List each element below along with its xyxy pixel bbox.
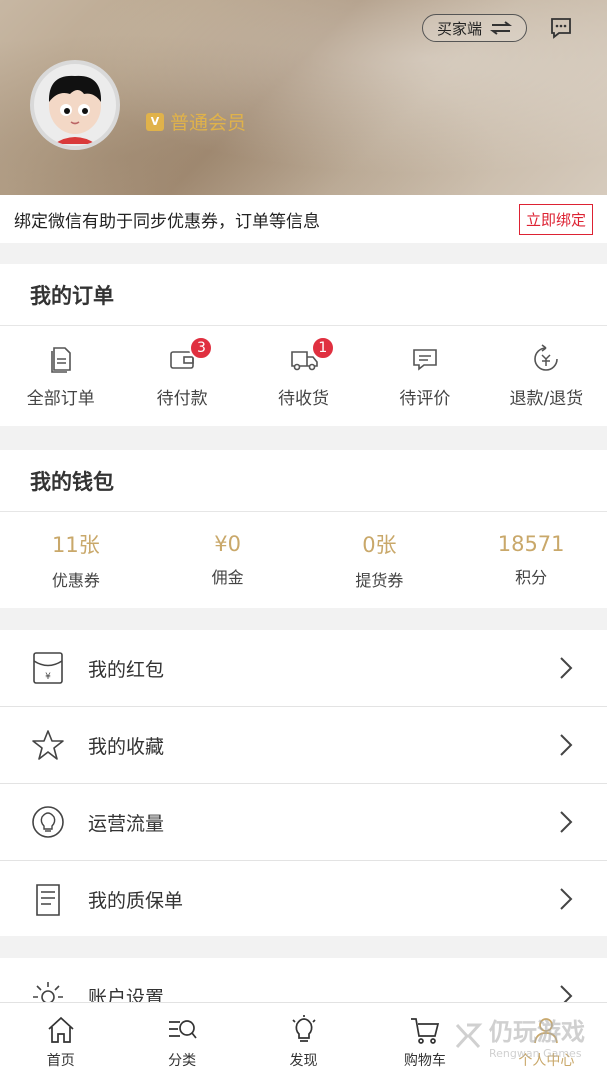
my-orders-section: 我的订单 全部订单 3 待付款 1 待收货 待评价 退款/退货 (0, 264, 607, 426)
order-pending-payment-label: 待付款 (156, 388, 208, 409)
cart-icon (410, 1017, 440, 1044)
coupons-label: 优惠券 (51, 571, 100, 590)
my-wallet-title[interactable]: 我的钱包 (0, 450, 607, 512)
wallet-points[interactable]: 18571 积分 (455, 512, 607, 608)
order-pending-review-label: 待评价 (399, 388, 451, 409)
menu-label-account-settings: 账户设置 (88, 987, 165, 1002)
mode-label: 买家端 (436, 19, 482, 38)
tab-home[interactable]: 首页 (0, 1003, 121, 1080)
order-all-label: 全部订单 (26, 388, 95, 409)
avatar-cartoon-icon (48, 75, 102, 144)
points-label: 积分 (515, 568, 548, 587)
coupons-value: 11张 (52, 533, 100, 557)
pending-receipt-badge: 1 (310, 336, 335, 360)
pickup-vouchers-label: 提货券 (355, 571, 404, 590)
order-pending-payment[interactable]: 3 待付款 (121, 326, 242, 426)
lightbulb-icon (32, 806, 64, 838)
tab-discover-label: 发现 (289, 1052, 318, 1069)
menu-label-red-envelope: 我的红包 (88, 658, 165, 681)
document-icon (50, 346, 71, 373)
tab-cart-label: 购物车 (403, 1052, 446, 1069)
feature-menu-list: ¥ 我的红包 我的收藏 运营流量 我的质保单 (0, 630, 607, 936)
tab-category-label: 分类 (168, 1052, 197, 1069)
watermark-subtitle: Rengwan Games (489, 1047, 582, 1060)
my-orders-title[interactable]: 我的订单 (0, 264, 607, 326)
wallet-commission[interactable]: ¥0 佣金 (152, 512, 304, 608)
discover-icon (291, 1014, 316, 1042)
order-refund-label: 退款/退货 (509, 388, 584, 409)
warranty-doc-icon (36, 883, 60, 916)
watermark: 仍玩游戏 Rengwan Games (453, 1012, 585, 1060)
order-pending-receipt[interactable]: 1 待收货 (243, 326, 364, 426)
avatar[interactable] (30, 60, 120, 150)
menu-label-operations-traffic: 运营流量 (88, 812, 165, 835)
switch-arrows-icon (490, 21, 512, 35)
chevron-right-icon (560, 734, 573, 756)
buyer-mode-switch-button[interactable]: 买家端 (421, 14, 527, 42)
chevron-right-icon (560, 811, 573, 833)
member-level-label: 普通会员 (170, 112, 247, 134)
order-refund[interactable]: 退款/退货 (486, 326, 607, 426)
bind-now-button[interactable]: 立即绑定 (518, 203, 593, 235)
menu-item-account-settings[interactable]: 账户设置 (0, 958, 607, 1002)
tab-discover[interactable]: 发现 (243, 1003, 364, 1080)
red-envelope-icon: ¥ (33, 652, 63, 684)
order-status-row: 全部订单 3 待付款 1 待收货 待评价 退款/退货 (0, 326, 607, 426)
menu-item-red-envelope[interactable]: ¥ 我的红包 (0, 630, 607, 707)
message-icon[interactable] (549, 16, 573, 40)
chevron-right-icon (560, 985, 573, 1002)
member-badge-icon: V (146, 112, 164, 131)
bind-wechat-text: 绑定微信有助于同步优惠券，订单等信息 (14, 211, 320, 232)
menu-item-warranty[interactable]: 我的质保单 (0, 861, 607, 938)
menu-label-favorites: 我的收藏 (88, 735, 165, 758)
profile-header: 买家端 V 普通会员 (0, 0, 607, 195)
order-all[interactable]: 全部订单 (0, 326, 121, 426)
pickup-vouchers-value: 0张 (362, 533, 397, 557)
category-icon (169, 1019, 197, 1039)
commission-value: ¥0 (214, 532, 241, 556)
menu-label-warranty: 我的质保单 (88, 890, 184, 912)
tab-home-label: 首页 (46, 1052, 75, 1069)
wallet-coupons[interactable]: 11张 优惠券 (0, 512, 152, 608)
refund-icon (534, 343, 559, 371)
bind-wechat-bar: 绑定微信有助于同步优惠券，订单等信息 立即绑定 (0, 195, 607, 243)
star-icon (32, 730, 64, 760)
svg-text:¥: ¥ (45, 672, 51, 682)
order-pending-receipt-label: 待收货 (278, 388, 330, 409)
chevron-right-icon (560, 657, 573, 679)
gear-icon (33, 981, 63, 1002)
wallet-pickup-vouchers[interactable]: 0张 提货券 (304, 512, 456, 608)
tab-category[interactable]: 分类 (121, 1003, 242, 1080)
menu-item-favorites[interactable]: 我的收藏 (0, 707, 607, 784)
comment-icon (413, 348, 437, 371)
my-wallet-section: 我的钱包 11张 优惠券 ¥0 佣金 0张 提货券 18571 积分 (0, 450, 607, 608)
watermark-title: 仍玩游戏 (489, 1018, 585, 1046)
home-icon (48, 1016, 74, 1043)
order-pending-review[interactable]: 待评价 (364, 326, 485, 426)
chevron-right-icon (560, 888, 573, 910)
account-settings-section: 账户设置 (0, 958, 607, 1002)
member-level: V 普通会员 (146, 108, 246, 135)
commission-label: 佣金 (211, 568, 244, 587)
pending-payment-badge: 3 (189, 336, 214, 360)
wallet-row: 11张 优惠券 ¥0 佣金 0张 提货券 18571 积分 (0, 512, 607, 608)
menu-item-operations-traffic[interactable]: 运营流量 (0, 784, 607, 861)
watermark-logo-icon (455, 1023, 483, 1049)
points-value: 18571 (497, 532, 565, 556)
